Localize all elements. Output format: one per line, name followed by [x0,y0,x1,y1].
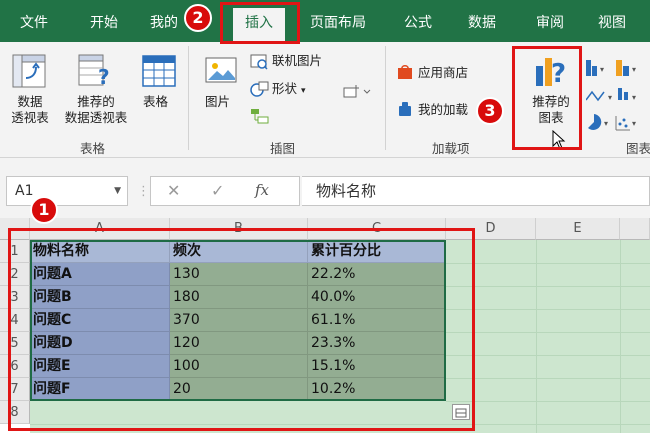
addins-group-label: 加载项 [432,141,470,156]
tab-mine[interactable]: 我的 [150,10,178,36]
gridline [620,240,621,433]
tab-home[interactable]: 开始 [90,10,118,36]
table-button[interactable]: 表格 [143,94,168,110]
online-pictures-icon [250,52,268,74]
screenshot-icon[interactable] [342,80,376,104]
tab-view[interactable]: 视图 [598,10,626,36]
tab-formulas[interactable]: 公式 [404,10,432,36]
svg-text:▾: ▾ [604,119,608,128]
highlight-insert-tab [220,2,300,44]
highlight-recommended-charts [512,46,582,150]
excel-window: 文件 开始 我的 插入 页面布局 公式 数据 审阅 视图 数据 透视表 ? 推荐… [0,0,650,433]
pivot-table-label-1: 数据 [17,94,43,109]
chevron-down-icon[interactable]: ▼ [114,177,121,205]
svg-text:?: ? [98,65,110,88]
chevron-down-icon: ▾ [301,86,306,96]
name-box[interactable]: A1 ▼ [6,176,128,206]
pivot-table-label-2: 透视表 [11,110,49,125]
gridline [446,401,650,402]
svg-text:▾: ▾ [632,119,636,128]
column-header-f[interactable] [620,218,650,240]
gridline [446,378,650,379]
pictures-icon [205,54,237,90]
svg-text:▾: ▾ [600,65,604,74]
svg-text:▾: ▾ [632,65,636,74]
column-chart-icon[interactable]: ▾ ▾ ▾ ▾ ▾ ▾ [585,56,646,150]
step-1-badge: 1 [30,196,58,224]
tab-file[interactable]: 文件 [20,10,48,36]
recommended-pivot-button[interactable]: 推荐的 数据透视表 [58,94,134,126]
enter-icon[interactable]: ✓ [211,181,224,200]
cancel-icon[interactable]: ✕ [167,181,180,200]
recommended-pivot-label-2: 数据透视表 [64,110,128,125]
table-icon [142,54,176,92]
illustrations-group-label: 插图 [270,141,296,156]
insert-function-icon[interactable]: fx [255,181,269,199]
my-addins-icon [397,101,413,121]
highlight-data-range [8,228,475,431]
tab-review[interactable]: 审阅 [536,10,564,36]
svg-text:▾: ▾ [608,93,612,102]
gridline [536,240,537,433]
ribbon-tab-bar: 文件 开始 我的 插入 页面布局 公式 数据 审阅 视图 [0,0,650,42]
pictures-button[interactable]: 图片 [205,94,230,110]
column-header-e[interactable]: E [536,218,620,240]
gridline [446,286,650,287]
pivot-table-button[interactable]: 数据 透视表 [10,94,50,126]
formula-controls: ✕ ✓ fx [150,176,300,206]
recommended-pivot-icon: ? [78,54,112,92]
gridline [446,263,650,264]
shapes-button[interactable]: 形状 ▾ [272,81,306,99]
pivot-table-icon [12,54,46,92]
drag-handle-icon[interactable]: ⋮ [137,184,150,199]
group-divider [188,46,189,150]
group-divider [385,46,386,150]
shapes-label: 形状 [272,81,298,96]
online-pictures-button[interactable]: 联机图片 [272,53,322,69]
tab-data[interactable]: 数据 [468,10,496,36]
recommended-pivot-label-1: 推荐的 [77,94,115,109]
tab-page-layout[interactable]: 页面布局 [310,10,366,36]
gridline [446,309,650,310]
svg-text:▾: ▾ [632,93,636,102]
gridline [446,355,650,356]
step-3-badge: 3 [476,97,504,125]
formula-input[interactable]: 物料名称 [302,176,650,206]
tables-group-label: 表格 [80,141,106,156]
charts-group-label: 图表 [626,141,650,156]
store-button[interactable]: 应用商店 [418,65,468,81]
name-box-value: A1 [15,183,34,199]
my-addins-button[interactable]: 我的加载 [418,102,468,118]
step-2-badge: 2 [184,4,212,32]
formula-bar-area: A1 ▼ ⋮ ✕ ✓ fx 物料名称 [0,165,650,211]
gridline [446,332,650,333]
store-icon [397,64,413,84]
smartart-icon[interactable] [250,108,270,128]
shapes-icon [250,80,270,102]
